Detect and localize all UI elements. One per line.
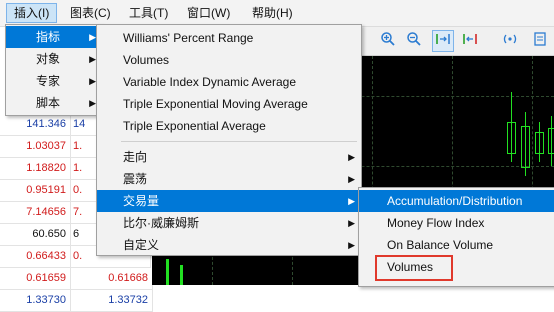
menu-item-trix[interactable]: Triple Exponential Average bbox=[97, 115, 361, 137]
menu-item-label: 震荡 bbox=[123, 172, 148, 186]
menu-item-label: 指标 bbox=[36, 30, 61, 44]
menu-item-volume[interactable]: 交易量 ▶ bbox=[97, 190, 361, 212]
bid-cell: 1.33730 bbox=[0, 290, 71, 312]
candle-body bbox=[507, 122, 516, 154]
volume-bar bbox=[180, 265, 183, 285]
toolbar bbox=[360, 27, 554, 56]
menu-item-on-balance-volume[interactable]: On Balance Volume bbox=[359, 234, 554, 256]
menu-item-volumes[interactable]: Volumes bbox=[97, 49, 361, 71]
chevron-right-icon: ▶ bbox=[89, 76, 96, 86]
bid-cell: 1.18820 bbox=[0, 158, 71, 180]
menu-item-indicators[interactable]: 指标 ▶ bbox=[6, 26, 102, 48]
candle-body bbox=[548, 128, 554, 154]
chevron-right-icon: ▶ bbox=[348, 196, 355, 206]
bid-cell: 1.03037 bbox=[0, 136, 71, 158]
ask-cell: 0.61668 bbox=[71, 268, 153, 290]
chevron-right-icon: ▶ bbox=[89, 32, 96, 42]
menu-bar: 插入(I) 图表(C) 工具(T) 窗口(W) 帮助(H) bbox=[0, 0, 554, 27]
menu-item-bill-williams[interactable]: 比尔·威廉姆斯 ▶ bbox=[97, 212, 361, 234]
menu-item-oscillators[interactable]: 震荡 ▶ bbox=[97, 168, 361, 190]
menu-separator bbox=[121, 141, 357, 142]
menu-item-objects[interactable]: 对象 ▶ bbox=[6, 48, 102, 70]
bid-cell: 7.14656 bbox=[0, 202, 71, 224]
volume-bar bbox=[166, 259, 169, 285]
bid-cell: 0.61659 bbox=[0, 268, 71, 290]
menu-item-accumulation-distribution[interactable]: Accumulation/Distribution bbox=[359, 190, 554, 212]
menu-item-money-flow-index[interactable]: Money Flow Index bbox=[359, 212, 554, 234]
zoom-out-icon[interactable] bbox=[404, 31, 424, 51]
bid-cell: 0.95191 bbox=[0, 180, 71, 202]
indicators-menu: Williams' Percent Range Volumes Variable… bbox=[96, 24, 362, 256]
menu-tools[interactable]: 工具(T) bbox=[122, 4, 175, 22]
menu-item-tema[interactable]: Triple Exponential Moving Average bbox=[97, 93, 361, 115]
zoom-in-icon[interactable] bbox=[378, 31, 398, 51]
chevron-right-icon: ▶ bbox=[348, 218, 355, 228]
bid-cell: 60.650 bbox=[0, 224, 71, 246]
ask-cell: 1.33732 bbox=[71, 290, 153, 312]
insert-menu: 指标 ▶ 对象 ▶ 专家 ▶ 脚本 ▶ bbox=[5, 24, 103, 116]
menu-item-label: Accumulation/Distribution bbox=[387, 194, 523, 208]
menu-item-label: Triple Exponential Average bbox=[123, 119, 266, 133]
menu-window[interactable]: 窗口(W) bbox=[180, 4, 237, 22]
chart-shift-icon[interactable] bbox=[432, 30, 454, 52]
menu-item-williams-percent-range[interactable]: Williams' Percent Range bbox=[97, 27, 361, 49]
menu-item-trend[interactable]: 走向 ▶ bbox=[97, 146, 361, 168]
menu-help[interactable]: 帮助(H) bbox=[245, 4, 300, 22]
menu-item-vidya[interactable]: Variable Index Dynamic Average bbox=[97, 71, 361, 93]
chevron-right-icon: ▶ bbox=[89, 54, 96, 64]
menu-item-label: 脚本 bbox=[36, 96, 61, 110]
menu-item-label: 走向 bbox=[123, 150, 148, 164]
chevron-right-icon: ▶ bbox=[348, 240, 355, 250]
menu-item-label: 对象 bbox=[36, 52, 61, 66]
volume-indicators-menu: Accumulation/Distribution Money Flow Ind… bbox=[358, 187, 554, 287]
bid-cell: 141.346 bbox=[0, 114, 71, 136]
menu-chart[interactable]: 图表(C) bbox=[63, 4, 118, 22]
menu-item-label: Money Flow Index bbox=[387, 216, 485, 230]
bid-cell: 0.66433 bbox=[0, 246, 71, 268]
menu-item-label: 比尔·威廉姆斯 bbox=[123, 216, 199, 230]
menu-item-label: Variable Index Dynamic Average bbox=[123, 75, 296, 89]
menu-item-label: On Balance Volume bbox=[387, 238, 494, 252]
menu-item-scripts[interactable]: 脚本 ▶ bbox=[6, 92, 102, 114]
candle-body bbox=[521, 126, 530, 168]
menu-item-label: 专家 bbox=[36, 74, 61, 88]
menu-item-label: 自定义 bbox=[123, 238, 160, 252]
chevron-right-icon: ▶ bbox=[348, 152, 355, 162]
signal-icon[interactable] bbox=[500, 31, 520, 51]
chevron-right-icon: ▶ bbox=[348, 174, 355, 184]
menu-item-custom[interactable]: 自定义 ▶ bbox=[97, 234, 361, 256]
menu-item-experts[interactable]: 专家 ▶ bbox=[6, 70, 102, 92]
autoscroll-icon[interactable] bbox=[460, 31, 480, 51]
chevron-right-icon: ▶ bbox=[89, 98, 96, 108]
menu-item-label: 交易量 bbox=[123, 194, 160, 208]
candle-body bbox=[535, 132, 544, 154]
menu-insert[interactable]: 插入(I) bbox=[6, 3, 58, 23]
menu-item-label: Williams' Percent Range bbox=[123, 31, 254, 45]
highlight-box bbox=[375, 255, 453, 281]
menu-item-label: Volumes bbox=[123, 53, 170, 67]
template-icon[interactable] bbox=[530, 31, 550, 51]
menu-item-label: Triple Exponential Moving Average bbox=[123, 97, 308, 111]
